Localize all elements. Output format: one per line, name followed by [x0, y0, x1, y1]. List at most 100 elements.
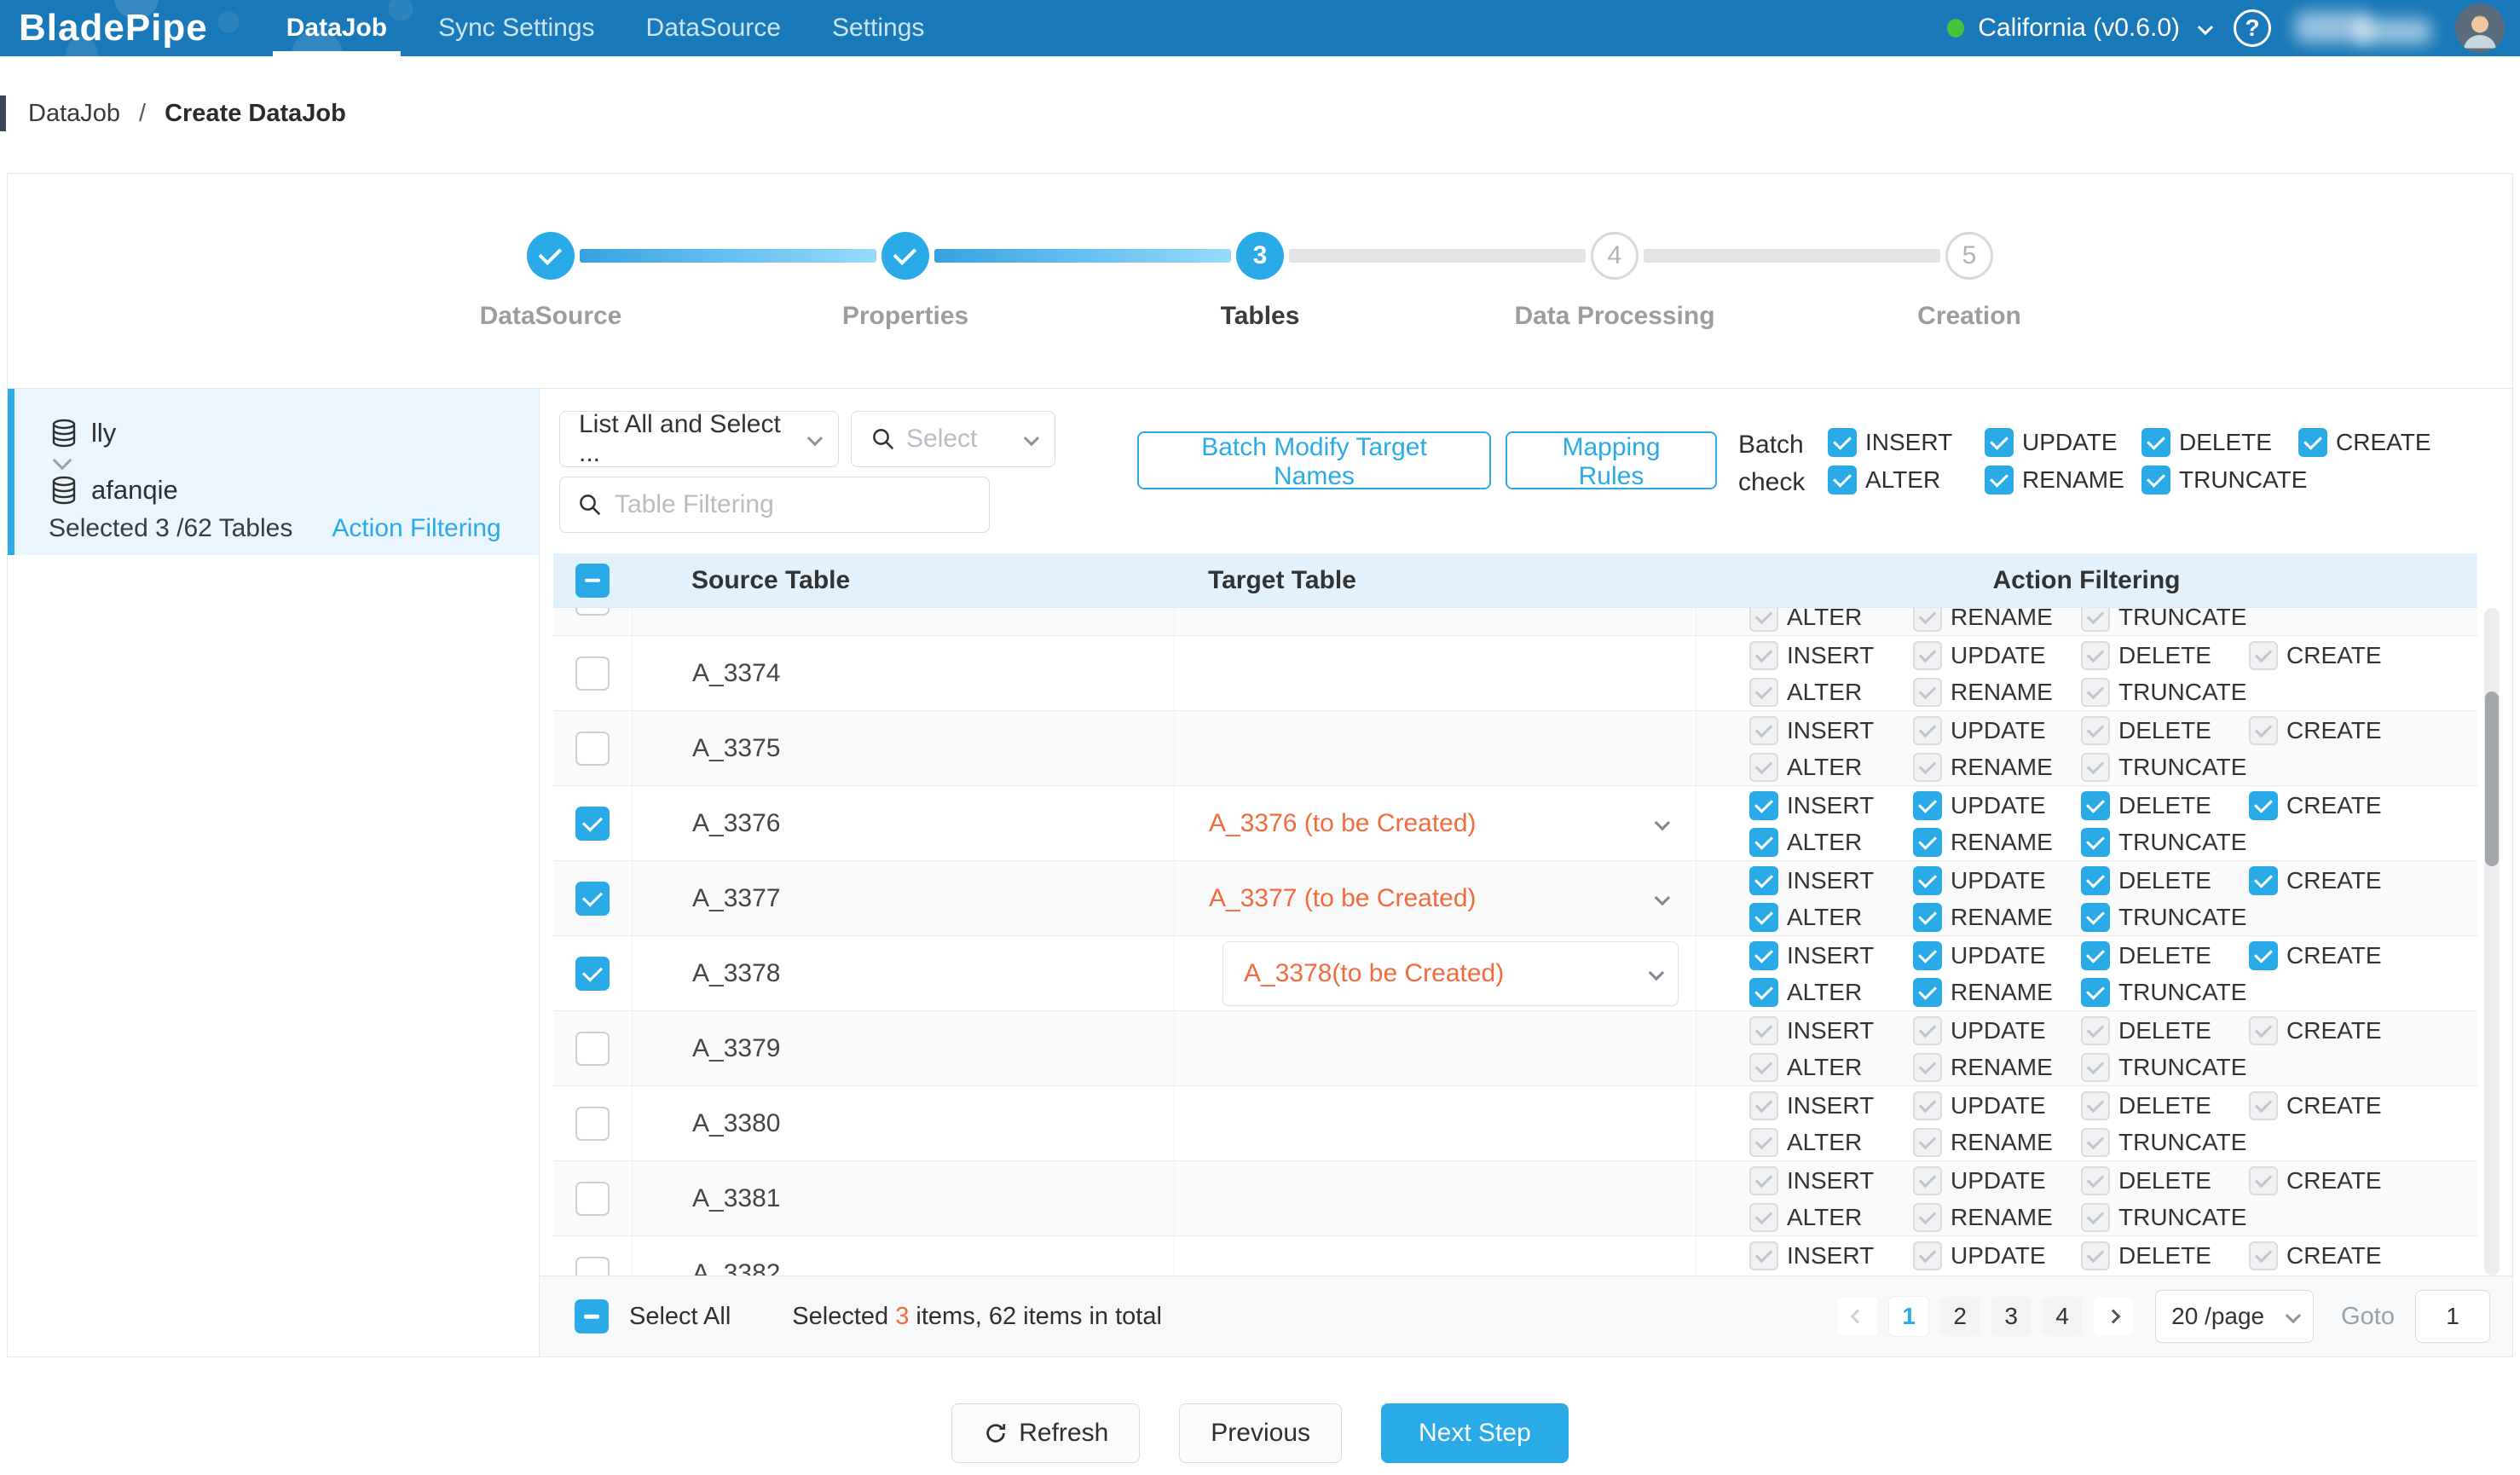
action-toggle-alter[interactable]: ALTER	[1749, 978, 1913, 1007]
checkbox-checked-icon[interactable]	[2081, 866, 2110, 895]
checkbox-checked-icon[interactable]	[1749, 903, 1778, 932]
row-select-checkbox[interactable]	[575, 957, 610, 991]
select-all-label[interactable]: Select All	[629, 1303, 731, 1331]
action-toggle-create[interactable]: CREATE	[2249, 791, 2477, 820]
row-select-checkbox[interactable]	[575, 608, 610, 616]
checkbox-checked-icon[interactable]	[2249, 941, 2278, 970]
mapping-rules-button[interactable]: Mapping Rules	[1506, 431, 1717, 489]
next-page-button[interactable]	[2094, 1297, 2133, 1336]
table-row[interactable]: A_3375 INSERTUPDATEDELETECREATEALTERRENA…	[553, 711, 2477, 786]
table-row[interactable]: A_3378 A_3378(to be Created) INSERTUPDAT…	[553, 936, 2477, 1011]
next-step-button[interactable]: Next Step	[1381, 1403, 1569, 1463]
action-toggle-rename[interactable]: RENAME	[1913, 978, 2081, 1007]
action-toggle-truncate[interactable]: TRUNCATE	[2081, 828, 2249, 857]
vertical-scrollbar-track[interactable]	[2484, 608, 2500, 1275]
table-filter-input[interactable]	[615, 490, 972, 519]
table-row[interactable]: A_3376 A_3376 (to be Created) INSERTUPDA…	[553, 786, 2477, 861]
target-table-select[interactable]: A_3377 (to be Created)	[1175, 884, 1696, 913]
action-toggle-insert[interactable]: INSERT	[1749, 866, 1913, 895]
page-button-3[interactable]: 3	[1991, 1297, 2031, 1336]
action-toggle-delete[interactable]: DELETE	[2081, 791, 2249, 820]
footer-select-all-checkbox-indeterminate[interactable]	[575, 1299, 609, 1333]
goto-page-input[interactable]	[2415, 1290, 2490, 1343]
breadcrumb-root[interactable]: DataJob	[28, 100, 120, 128]
table-row[interactable]: A_3374 INSERTUPDATEDELETECREATEALTERRENA…	[553, 636, 2477, 711]
nav-tab-sync-settings[interactable]: Sync Settings	[413, 0, 620, 56]
action-toggle-delete[interactable]: DELETE	[2081, 941, 2249, 970]
action-toggle-delete[interactable]: DELETE	[2081, 866, 2249, 895]
action-toggle-insert[interactable]: INSERT	[1749, 791, 1913, 820]
batch-toggle-create[interactable]: CREATE	[2298, 428, 2431, 457]
refresh-button[interactable]: Refresh	[951, 1403, 1140, 1463]
table-filter-field[interactable]	[559, 477, 990, 533]
checkbox-checked-icon[interactable]	[1913, 866, 1942, 895]
table-row[interactable]: A_3380 INSERTUPDATEDELETECREATEALTERRENA…	[553, 1086, 2477, 1161]
action-toggle-update[interactable]: UPDATE	[1913, 791, 2081, 820]
checkbox-checked-icon[interactable]	[2081, 828, 2110, 857]
db-pair-item[interactable]: lly afanqie Selected 3 /62 Tables Action…	[8, 389, 539, 555]
row-select-checkbox[interactable]	[575, 732, 610, 766]
checkbox-checked-icon[interactable]	[1913, 978, 1942, 1007]
checkbox-checked-icon[interactable]	[1913, 903, 1942, 932]
list-mode-select[interactable]: List All and Select ...	[559, 411, 839, 467]
prev-page-button[interactable]	[1838, 1297, 1877, 1336]
checkbox-checked-icon[interactable]	[1749, 828, 1778, 857]
batch-toggle-alter[interactable]: ALTER	[1828, 466, 1985, 495]
table-row[interactable]: A_3377 A_3377 (to be Created) INSERTUPDA…	[553, 861, 2477, 936]
checkbox-checked-icon[interactable]	[2081, 903, 2110, 932]
checkbox-checked-icon[interactable]	[2081, 978, 2110, 1007]
target-table-select[interactable]: A_3376 (to be Created)	[1175, 809, 1696, 838]
checkbox-checked-icon[interactable]	[1749, 791, 1778, 820]
table-row[interactable]: A_3379 INSERTUPDATEDELETECREATEALTERRENA…	[553, 1011, 2477, 1086]
batch-toggle-insert[interactable]: INSERT	[1828, 428, 1985, 457]
select-all-checkbox-indeterminate[interactable]	[575, 564, 610, 598]
page-size-select[interactable]: 20 /page	[2155, 1290, 2314, 1343]
action-toggle-alter[interactable]: ALTER	[1749, 903, 1913, 932]
table-row[interactable]: A_3381 INSERTUPDATEDELETECREATEALTERRENA…	[553, 1161, 2477, 1236]
action-toggle-truncate[interactable]: TRUNCATE	[2081, 978, 2249, 1007]
region-selector[interactable]: California (v0.6.0)	[1947, 14, 2210, 43]
batch-toggle-truncate[interactable]: TRUNCATE	[2141, 466, 2298, 495]
page-button-2[interactable]: 2	[1940, 1297, 1980, 1336]
checkbox-checked-icon[interactable]	[1913, 941, 1942, 970]
row-select-checkbox[interactable]	[575, 807, 610, 841]
action-toggle-alter[interactable]: ALTER	[1749, 828, 1913, 857]
checkbox-checked-icon[interactable]	[1913, 828, 1942, 857]
row-select-checkbox[interactable]	[575, 1182, 610, 1216]
table-row[interactable]: INSERTUPDATEDELETECREATEALTERRENAMETRUNC…	[553, 608, 2477, 636]
row-select-checkbox[interactable]	[575, 657, 610, 691]
checkbox-checked-icon[interactable]	[2249, 791, 2278, 820]
nav-tab-datajob[interactable]: DataJob	[261, 0, 413, 56]
vertical-scrollbar-thumb[interactable]	[2485, 691, 2499, 866]
nav-tab-settings[interactable]: Settings	[806, 0, 950, 56]
action-toggle-rename[interactable]: RENAME	[1913, 903, 2081, 932]
batch-modify-target-names-button[interactable]: Batch Modify Target Names	[1137, 431, 1491, 489]
action-toggle-rename[interactable]: RENAME	[1913, 828, 2081, 857]
target-table-select[interactable]: A_3378(to be Created)	[1222, 941, 1679, 1006]
checkbox-checked-icon[interactable]	[1913, 791, 1942, 820]
previous-button[interactable]: Previous	[1179, 1403, 1342, 1463]
help-icon[interactable]: ?	[2234, 9, 2271, 47]
action-toggle-truncate[interactable]: TRUNCATE	[2081, 903, 2249, 932]
checkbox-checked-icon[interactable]	[1749, 941, 1778, 970]
checkbox-checked-icon[interactable]	[1749, 978, 1778, 1007]
checkbox-checked-icon[interactable]	[2081, 791, 2110, 820]
avatar[interactable]	[2455, 3, 2505, 53]
action-toggle-update[interactable]: UPDATE	[1913, 866, 2081, 895]
checkbox-checked-icon[interactable]	[2081, 941, 2110, 970]
row-select-checkbox[interactable]	[575, 1032, 610, 1066]
page-button-1[interactable]: 1	[1889, 1297, 1928, 1336]
action-toggle-create[interactable]: CREATE	[2249, 866, 2477, 895]
checkbox-checked-icon[interactable]	[1749, 866, 1778, 895]
action-toggle-update[interactable]: UPDATE	[1913, 941, 2081, 970]
batch-toggle-rename[interactable]: RENAME	[1985, 466, 2141, 495]
action-filtering-link[interactable]: Action Filtering	[332, 514, 500, 543]
page-button-4[interactable]: 4	[2043, 1297, 2082, 1336]
row-select-checkbox[interactable]	[575, 1107, 610, 1141]
table-row[interactable]: A_3382 INSERTUPDATEDELETECREATEALTERRENA…	[553, 1236, 2477, 1279]
row-select-checkbox[interactable]	[575, 882, 610, 916]
batch-toggle-delete[interactable]: DELETE	[2141, 428, 2298, 457]
nav-tab-datasource[interactable]: DataSource	[621, 0, 806, 56]
action-toggle-create[interactable]: CREATE	[2249, 941, 2477, 970]
table-pick-select[interactable]: Select	[851, 411, 1055, 467]
